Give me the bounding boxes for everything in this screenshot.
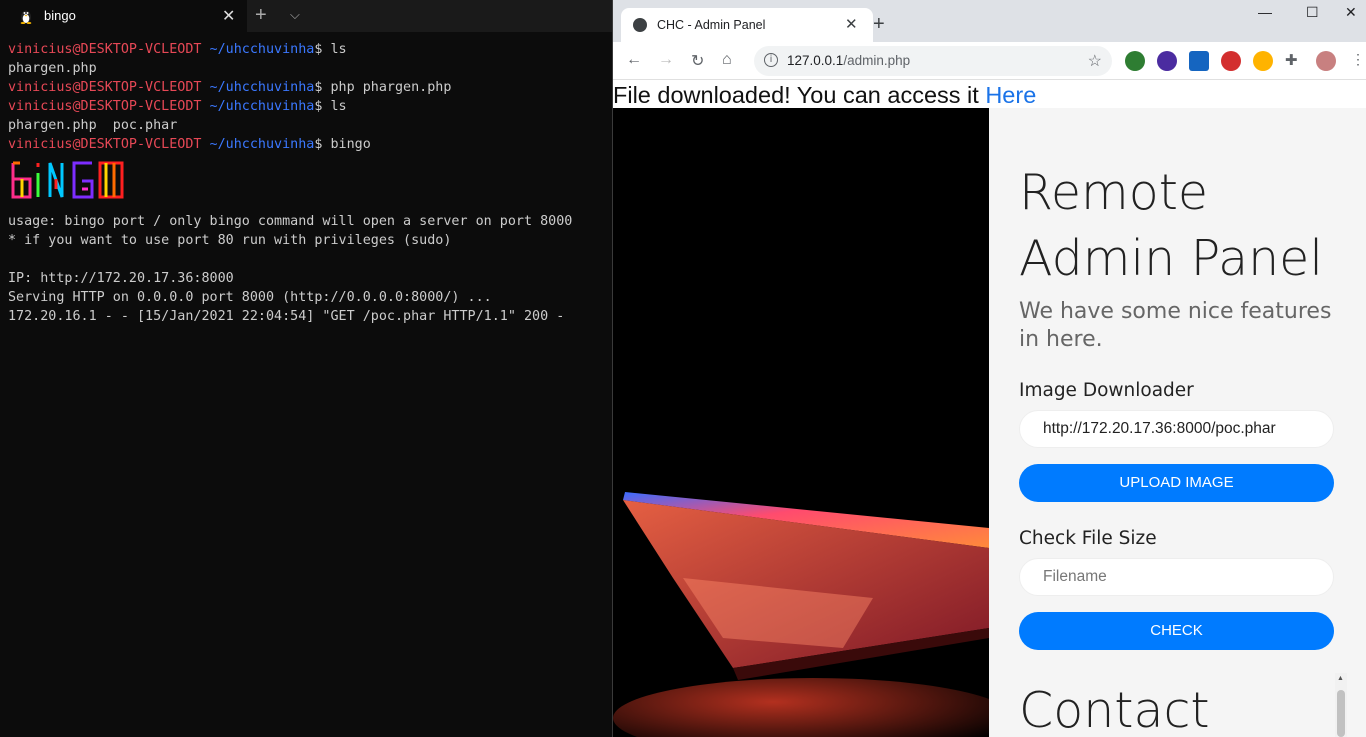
browser-tabbar: CHC - Admin Panel ✕ + — ☐ ✕: [613, 0, 1366, 42]
download-message: File downloaded! You can access it Here: [613, 82, 1037, 108]
eyes-icon[interactable]: [1253, 51, 1273, 71]
bookmark-star-icon[interactable]: ☆: [1088, 51, 1102, 71]
browser-window[interactable]: CHC - Admin Panel ✕ + — ☐ ✕ ← → ↻ ⌂ i 12…: [613, 0, 1366, 737]
browser-menu-icon[interactable]: ⋮: [1351, 51, 1365, 68]
globe-icon: [633, 18, 647, 32]
terminal-line: phargen.php poc.phar: [8, 118, 178, 134]
laptop-image: [613, 492, 989, 737]
url-text: 127.0.0.1/admin.php: [787, 53, 911, 68]
back-button[interactable]: ←: [626, 51, 642, 69]
terminal-output[interactable]: vinicius@DESKTOP-VCLEODT ~/uhcchuvinha$ …: [0, 32, 612, 326]
terminal-line: vinicius@DESKTOP-VCLEODT ~/uhcchuvinha$ …: [8, 137, 371, 153]
puzzle-icon[interactable]: ✚: [1285, 51, 1305, 71]
browser-tab-close-icon[interactable]: ✕: [845, 15, 858, 33]
check-file-size-label: Check File Size: [1019, 528, 1157, 549]
check-button[interactable]: CHECK: [1019, 612, 1334, 650]
admin-panel: Remote Admin Panel We have some nice fea…: [989, 108, 1366, 737]
image-downloader-label: Image Downloader: [1019, 380, 1194, 401]
terminal-dropdown-icon[interactable]: ⌵: [290, 7, 300, 23]
terminal-line: * if you want to use port 80 run with pr…: [8, 232, 452, 248]
browser-toolbar: ← → ↻ ⌂ i 127.0.0.1/admin.php ☆ ✚ ⋮: [613, 42, 1366, 80]
blue-square-icon[interactable]: [1189, 51, 1209, 71]
scroll-up-icon[interactable]: ▲: [1337, 675, 1344, 682]
terminal-window[interactable]: bingo ✕ + ⌵ vinicius@DESKTOP-VCLEODT ~/u…: [0, 0, 612, 737]
page-content: File downloaded! You can access it Here …: [613, 80, 1366, 737]
terminal-tab[interactable]: bingo ✕: [0, 0, 247, 32]
terminal-line: 172.20.16.1 - - [15/Jan/2021 22:04:54] "…: [8, 309, 565, 325]
contact-heading: Contact: [1019, 682, 1210, 737]
terminal-tabbar: bingo ✕ + ⌵: [0, 0, 612, 32]
terminal-line: vinicius@DESKTOP-VCLEODT ~/uhcchuvinha$ …: [8, 42, 347, 57]
browser-tab[interactable]: CHC - Admin Panel ✕: [621, 8, 873, 42]
terminal-new-tab-button[interactable]: +: [255, 4, 267, 27]
bingo-ascii-logo: [11, 161, 124, 199]
site-info-icon[interactable]: i: [764, 53, 778, 67]
purple-gem-icon[interactable]: [1157, 51, 1177, 71]
maximize-button[interactable]: ☐: [1306, 4, 1319, 21]
home-button[interactable]: ⌂: [722, 51, 732, 69]
forward-button[interactable]: →: [658, 51, 674, 69]
terminal-tab-close-icon[interactable]: ✕: [222, 6, 235, 26]
green-shield-icon[interactable]: [1125, 51, 1145, 71]
terminal-tab-title: bingo: [44, 8, 76, 23]
filename-input[interactable]: [1019, 558, 1334, 596]
address-bar[interactable]: i 127.0.0.1/admin.php ☆: [754, 46, 1112, 76]
bingo-logo: [8, 155, 612, 212]
image-url-input[interactable]: [1019, 410, 1334, 448]
terminal-line: Serving HTTP on 0.0.0.0 port 8000 (http:…: [8, 289, 492, 305]
page-title-line2: Admin Panel: [1019, 230, 1323, 287]
here-link[interactable]: Here: [985, 82, 1036, 108]
browser-new-tab-button[interactable]: +: [873, 13, 885, 36]
page-subtitle: We have some nice features in here.: [1019, 299, 1332, 352]
upload-image-button[interactable]: UPLOAD IMAGE: [1019, 464, 1334, 502]
minimize-button[interactable]: —: [1258, 4, 1272, 20]
terminal-line: phargen.php: [8, 61, 97, 77]
avatar-icon[interactable]: [1316, 51, 1336, 71]
terminal-line: vinicius@DESKTOP-VCLEODT ~/uhcchuvinha$ …: [8, 99, 347, 115]
scrollbar-thumb[interactable]: [1337, 690, 1345, 737]
laptop-photo: [613, 108, 989, 737]
terminal-line: vinicius@DESKTOP-VCLEODT ~/uhcchuvinha$ …: [8, 80, 452, 96]
page-title-line1: Remote: [1019, 164, 1209, 221]
terminal-line: usage: bingo port / only bingo command w…: [8, 213, 573, 229]
close-window-button[interactable]: ✕: [1345, 4, 1357, 21]
terminal-line: IP: http://172.20.17.36:8000: [8, 270, 234, 286]
red-hand-icon[interactable]: [1221, 51, 1241, 71]
reload-button[interactable]: ↻: [691, 51, 704, 71]
browser-tab-title: CHC - Admin Panel: [657, 18, 766, 32]
page-scrollbar[interactable]: ▲: [1335, 673, 1347, 737]
linux-tux-icon: [20, 10, 32, 24]
